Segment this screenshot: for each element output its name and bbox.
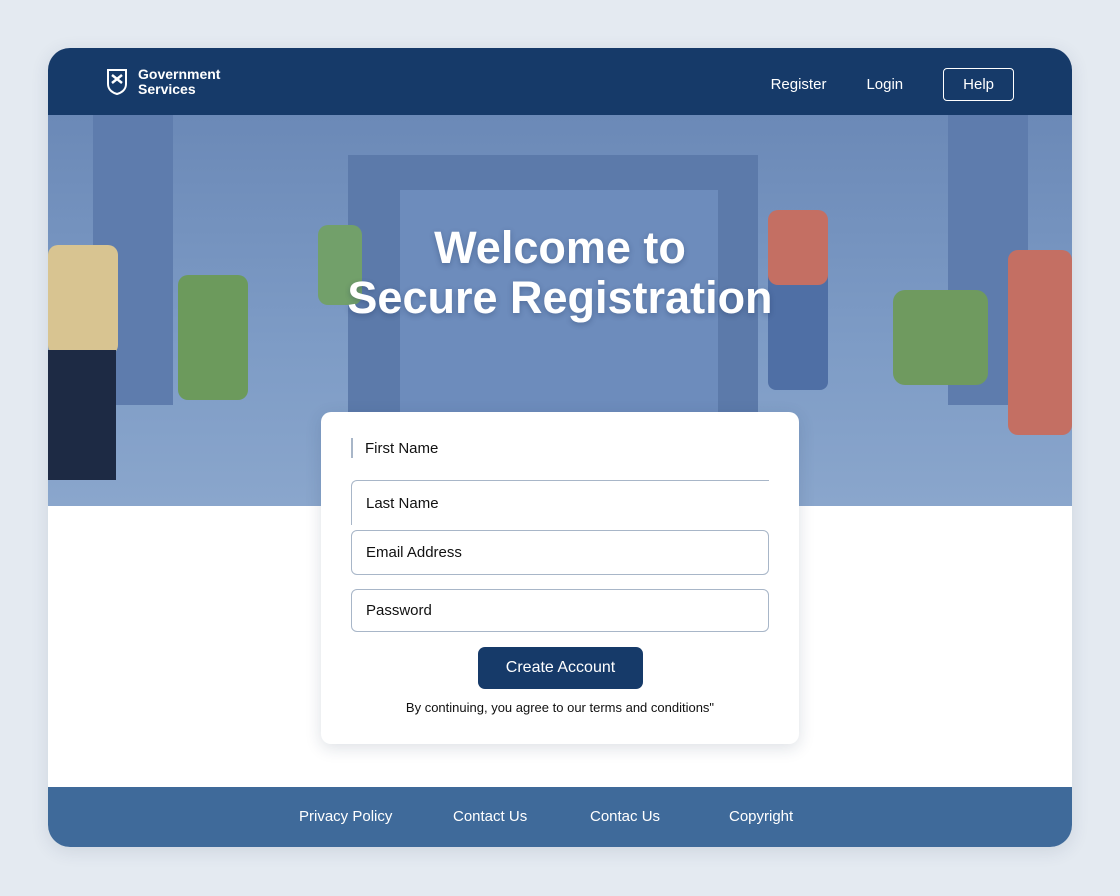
brand-line2: Services (138, 81, 196, 97)
footer-contact-link[interactable]: Contact Us (453, 808, 527, 825)
brand-line1: Government (138, 66, 221, 82)
last-name-input[interactable]: Last Name (351, 480, 769, 525)
registration-form: First Name Last Name Email Address Passw… (321, 412, 799, 744)
footer-contact-link-2[interactable]: Contac Us (590, 808, 660, 825)
brand-logo[interactable]: Government Services (106, 67, 220, 97)
terms-text: By continuing, you agree to our terms an… (405, 700, 715, 715)
nav-login[interactable]: Login (866, 76, 903, 93)
hero-title-line2: Secure Registration (347, 272, 773, 323)
create-account-button[interactable]: Create Account (478, 647, 643, 689)
header: Government Services Register Login Help (48, 48, 1072, 115)
footer-privacy-link[interactable]: Privacy Policy (299, 808, 392, 825)
password-input[interactable]: Password (351, 589, 769, 632)
footer-copyright-link[interactable]: Copyright (729, 808, 793, 825)
footer: Privacy Policy Contact Us Contac Us Copy… (48, 787, 1072, 847)
shield-crest-icon (107, 69, 127, 96)
nav-register[interactable]: Register (771, 76, 827, 93)
page-frame: Government Services Register Login Help W… (48, 48, 1072, 847)
hero-title-line1: Welcome to (434, 222, 686, 273)
help-button[interactable]: Help (943, 68, 1014, 101)
first-name-input[interactable]: First Name (351, 438, 769, 458)
email-input[interactable]: Email Address (351, 530, 769, 575)
